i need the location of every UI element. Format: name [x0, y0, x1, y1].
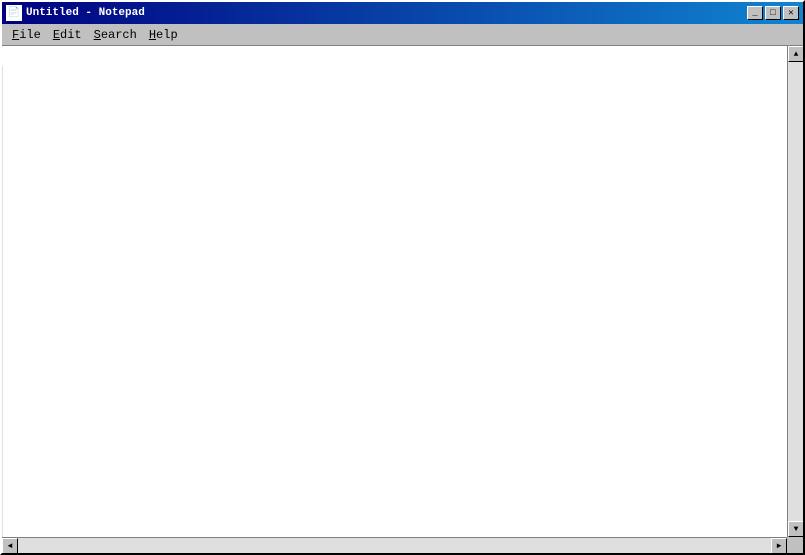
menu-bar: File Edit Search Help	[2, 24, 803, 46]
scroll-right-button[interactable]: ►	[771, 538, 787, 553]
horizontal-scrollbar[interactable]: ◄ ►	[2, 537, 787, 553]
text-area[interactable]: - # # ## ## + +++## + ♥ ♥ +### ## ++####…	[2, 46, 803, 66]
maximize-button[interactable]: □	[765, 6, 781, 20]
minimize-button[interactable]: _	[747, 6, 763, 20]
scroll-track-v[interactable]	[788, 62, 803, 521]
notepad-window: 📄 Untitled - Notepad _ □ ✕ File Edit Sea…	[0, 0, 805, 555]
title-bar-left: 📄 Untitled - Notepad	[6, 5, 145, 21]
scroll-up-button[interactable]: ▲	[788, 46, 803, 62]
scroll-down-button[interactable]: ▼	[788, 521, 803, 537]
app-icon: 📄	[6, 5, 22, 21]
menu-search[interactable]: Search	[88, 26, 143, 44]
vertical-scrollbar[interactable]: ▲ ▼	[787, 46, 803, 537]
window-title: Untitled - Notepad	[26, 7, 145, 19]
window-controls: _ □ ✕	[747, 6, 799, 20]
scroll-corner	[787, 537, 803, 553]
scroll-track-h[interactable]	[18, 538, 771, 553]
scroll-left-button[interactable]: ◄	[2, 538, 18, 553]
editor-container: - # # ## ## + +++## + ♥ ♥ +### ## ++####…	[2, 46, 803, 553]
menu-help[interactable]: Help	[143, 26, 184, 44]
title-bar: 📄 Untitled - Notepad _ □ ✕	[2, 2, 803, 24]
close-button[interactable]: ✕	[783, 6, 799, 20]
menu-file[interactable]: File	[6, 26, 47, 44]
menu-edit[interactable]: Edit	[47, 26, 88, 44]
